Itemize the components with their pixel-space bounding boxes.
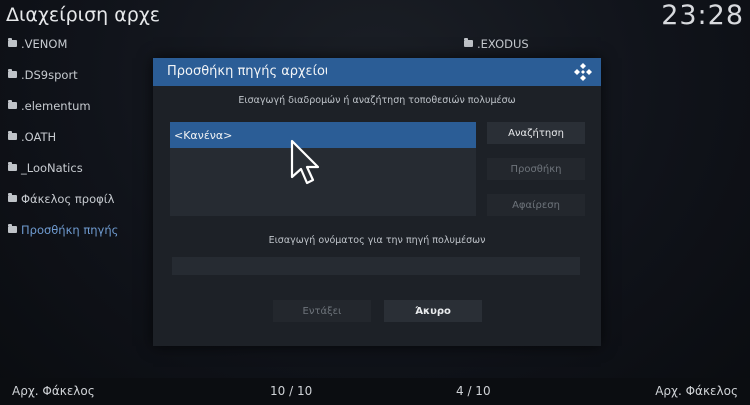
item-label: .EXODUS: [477, 36, 529, 51]
dialog-subtitle: Εισαγωγή διαδρομών ή αναζήτηση τοποθεσιώ…: [238, 95, 516, 106]
folder-icon: [8, 162, 17, 171]
left-item-oath[interactable]: .OATH: [0, 121, 152, 152]
item-label: Φάκελος προφίλ: [21, 191, 115, 206]
mouse-cursor-icon: [290, 139, 320, 185]
folder-icon: [8, 38, 17, 47]
folder-icon: [8, 224, 17, 233]
clock: 23:28: [661, 0, 744, 31]
folder-icon: [8, 131, 17, 140]
cancel-button[interactable]: Άκυρο: [384, 300, 482, 322]
folder-icon: [8, 100, 17, 109]
ok-button[interactable]: Εντάξει: [273, 300, 371, 322]
left-item-venom[interactable]: .VENOM: [0, 28, 152, 59]
source-path-item-none[interactable]: <Κανένα>: [170, 122, 476, 148]
kodi-logo-icon: [574, 63, 592, 81]
right-item-exodus[interactable]: .EXODUS: [456, 28, 746, 59]
footer-right-count: 4 / 10: [456, 384, 491, 398]
add-button[interactable]: Προσθήκη: [487, 158, 585, 180]
add-source-dialog: Προσθήκη πηγής αρχείου Εισαγωγή διαδρομώ…: [153, 58, 601, 346]
left-item-profile-folder[interactable]: Φάκελος προφίλ: [0, 183, 152, 214]
item-label: .elementum: [21, 98, 91, 113]
left-item-loonatics[interactable]: _LooNatics: [0, 152, 152, 183]
search-button[interactable]: Αναζήτηση: [487, 122, 585, 144]
item-label: _LooNatics: [21, 160, 83, 175]
folder-icon: [8, 193, 17, 202]
folder-icon: [8, 69, 17, 78]
window-title: Διαχείριση αρχείων: [6, 4, 161, 26]
item-label: .OATH: [21, 129, 57, 144]
left-item-ds9sport[interactable]: .DS9sport: [0, 59, 152, 90]
remove-button[interactable]: Αφαίρεση: [487, 194, 585, 216]
item-label: .VENOM: [21, 36, 68, 51]
footer-left-label: Αρχ. Φάκελος: [12, 384, 95, 398]
right-file-pane: .EXODUS: [456, 28, 746, 59]
footer-left-count: 10 / 10: [270, 384, 313, 398]
source-paths-list: <Κανένα>: [170, 122, 476, 216]
dialog-title: Προσθήκη πηγής αρχείου: [167, 64, 327, 79]
item-label: Προσθήκη πηγής: [21, 222, 119, 237]
source-name-label: Εισαγωγή ονόματος για την πηγή πολυμέσων: [268, 235, 486, 246]
footer-bar: Αρχ. Φάκελος 10 / 10 4 / 10 Αρχ. Φάκελος: [0, 378, 750, 405]
folder-icon: [464, 38, 473, 47]
item-label: .DS9sport: [21, 67, 78, 82]
dialog-header: Προσθήκη πηγής αρχείου: [153, 58, 601, 86]
left-item-add-source[interactable]: Προσθήκη πηγής: [0, 214, 152, 245]
left-item-elementum[interactable]: .elementum: [0, 90, 152, 121]
footer-right-label: Αρχ. Φάκελος: [655, 384, 738, 398]
source-name-input[interactable]: [172, 257, 580, 275]
left-file-pane: .VENOM .DS9sport .elementum .OATH _LooNa…: [0, 28, 152, 245]
